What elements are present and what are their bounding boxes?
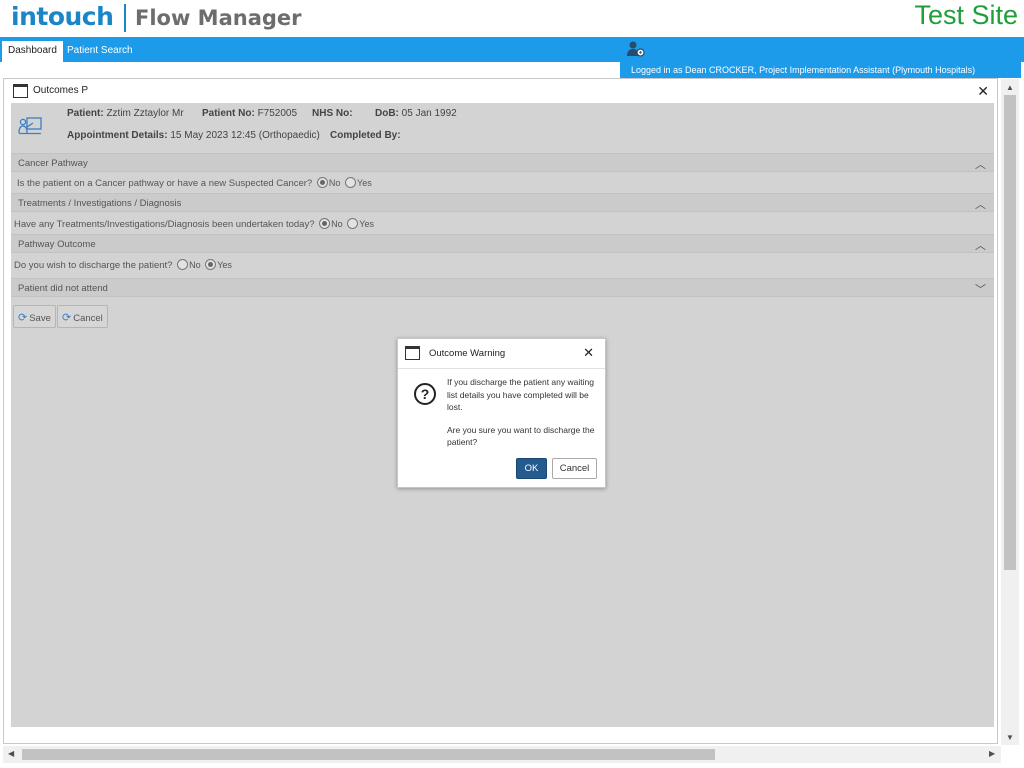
completed-by-label: Completed By:: [330, 130, 401, 141]
scroll-up-icon[interactable]: ▲: [1006, 83, 1014, 92]
section-title: Patient did not attend: [18, 283, 108, 294]
section-pathway-outcome[interactable]: Pathway Outcome ︿: [11, 234, 994, 253]
header-spacer: [0, 62, 620, 78]
logo-divider: [124, 4, 126, 32]
nhs-number-field: NHS No:: [312, 108, 353, 119]
dialog-cancel-button[interactable]: Cancel: [552, 458, 597, 479]
dialog-title: Outcome Warning: [429, 348, 506, 359]
radio-cancer-no[interactable]: [316, 177, 328, 188]
radio-label: No: [328, 178, 341, 188]
dialog-message: If you discharge the patient any waiting…: [447, 376, 597, 449]
window-close-icon[interactable]: ✕: [977, 83, 989, 100]
product-name: Flow Manager: [135, 6, 302, 30]
dialog-close-icon[interactable]: ✕: [583, 345, 594, 361]
patient-label: Patient:: [67, 108, 104, 119]
patient-presentation-icon: [18, 117, 42, 135]
section-title: Pathway Outcome: [18, 239, 96, 250]
radio-treatments-no[interactable]: [319, 218, 331, 229]
refresh-icon: ⟳: [62, 312, 72, 324]
test-site-label: Test Site: [914, 0, 1018, 30]
patient-no: F752005: [257, 108, 298, 119]
question-cancer: Is the patient on a Cancer pathway or ha…: [11, 173, 994, 193]
save-button[interactable]: ⟳ Save: [13, 305, 56, 328]
radio-discharge-no[interactable]: [177, 259, 189, 270]
question-text: Is the patient on a Cancer pathway or ha…: [17, 178, 313, 189]
horizontal-scroll-thumb[interactable]: [22, 749, 715, 760]
section-patient-did-not-attend[interactable]: Patient did not attend ﹀: [11, 278, 994, 297]
dob-field: DoB: 05 Jan 1992: [375, 108, 457, 119]
outcome-warning-dialog: Outcome Warning ✕ ? If you discharge the…: [397, 338, 606, 488]
chevron-up-icon[interactable]: ︿: [975, 156, 986, 172]
question-text: Do you wish to discharge the patient?: [14, 260, 173, 271]
radio-label: Yes: [357, 178, 372, 188]
vertical-scrollbar[interactable]: ▲ ▼: [1001, 79, 1019, 745]
dialog-message-line-2: Are you sure you want to discharge the p…: [447, 424, 595, 448]
patient-banner: Patient: Zztim Zztaylor Mr Patient No: F…: [11, 103, 994, 153]
appointment-value: 15 May 2023 12:45 (Orthopaedic): [170, 130, 320, 141]
nav-bar: Dashboard Patient Search: [0, 37, 1024, 62]
section-cancer-pathway[interactable]: Cancer Pathway ︿: [11, 153, 994, 172]
patient-name-field: Patient: Zztim Zztaylor Mr: [67, 108, 184, 119]
section-title: Treatments / Investigations / Diagnosis: [18, 198, 182, 209]
app-header: intouch Flow Manager Test Site: [0, 0, 1024, 37]
radio-treatments-yes[interactable]: [347, 218, 359, 229]
radio-label: Yes: [359, 219, 374, 229]
chevron-up-icon[interactable]: ︿: [975, 237, 986, 253]
question-text: Have any Treatments/Investigations/Diagn…: [14, 219, 315, 230]
save-label: Save: [29, 313, 51, 324]
tab-patient-search[interactable]: Patient Search: [61, 41, 139, 62]
logged-in-status: Logged in as Dean CROCKER, Project Imple…: [620, 62, 1021, 78]
dialog-message-line-1: If you discharge the patient any waiting…: [447, 377, 594, 412]
radio-cancer-yes[interactable]: [345, 177, 357, 188]
question-discharge: Do you wish to discharge the patient? No…: [11, 255, 994, 275]
radio-label: No: [189, 260, 201, 270]
completed-by-field: Completed By:: [330, 130, 401, 141]
radio-label: No: [331, 219, 343, 229]
patient-number-field: Patient No: F752005: [202, 108, 297, 119]
chevron-up-icon[interactable]: ︿: [975, 196, 986, 212]
question-mark-icon: ?: [414, 383, 436, 405]
scroll-right-icon[interactable]: ▶: [989, 749, 995, 758]
scroll-left-icon[interactable]: ◀: [8, 749, 14, 758]
intouch-logo: intouch: [11, 2, 114, 31]
dob-value: 05 Jan 1992: [401, 108, 457, 119]
cancel-label: Cancel: [73, 313, 103, 324]
patient-name: Zztim Zztaylor Mr: [106, 108, 184, 119]
window-title: Outcomes P: [33, 85, 89, 96]
window-title-bar: Outcomes P ✕: [4, 79, 997, 103]
chevron-down-icon[interactable]: ﹀: [975, 281, 986, 297]
cancel-button[interactable]: ⟳ Cancel: [57, 305, 108, 328]
dob-label: DoB:: [375, 108, 399, 119]
radio-discharge-yes[interactable]: [205, 259, 217, 270]
vertical-scroll-thumb[interactable]: [1004, 95, 1016, 570]
section-title: Cancer Pathway: [18, 158, 88, 169]
question-treatments: Have any Treatments/Investigations/Diagn…: [11, 214, 994, 234]
appointment-label: Appointment Details:: [67, 130, 168, 141]
dialog-divider: [398, 368, 605, 369]
dialog-window-icon: [405, 346, 420, 360]
ok-button[interactable]: OK: [516, 458, 547, 479]
horizontal-scrollbar[interactable]: ◀ ▶: [3, 746, 1001, 763]
patient-no-label: Patient No:: [202, 108, 255, 119]
refresh-icon: ⟳: [18, 312, 28, 324]
appointment-field: Appointment Details: 15 May 2023 12:45 (…: [67, 130, 320, 141]
window-icon: [13, 84, 28, 98]
nhs-label: NHS No:: [312, 108, 353, 119]
radio-label: Yes: [217, 260, 232, 270]
user-settings-icon[interactable]: [626, 40, 646, 58]
tab-dashboard[interactable]: Dashboard: [2, 41, 63, 62]
section-treatments[interactable]: Treatments / Investigations / Diagnosis …: [11, 193, 994, 212]
scroll-down-icon[interactable]: ▼: [1006, 733, 1014, 742]
